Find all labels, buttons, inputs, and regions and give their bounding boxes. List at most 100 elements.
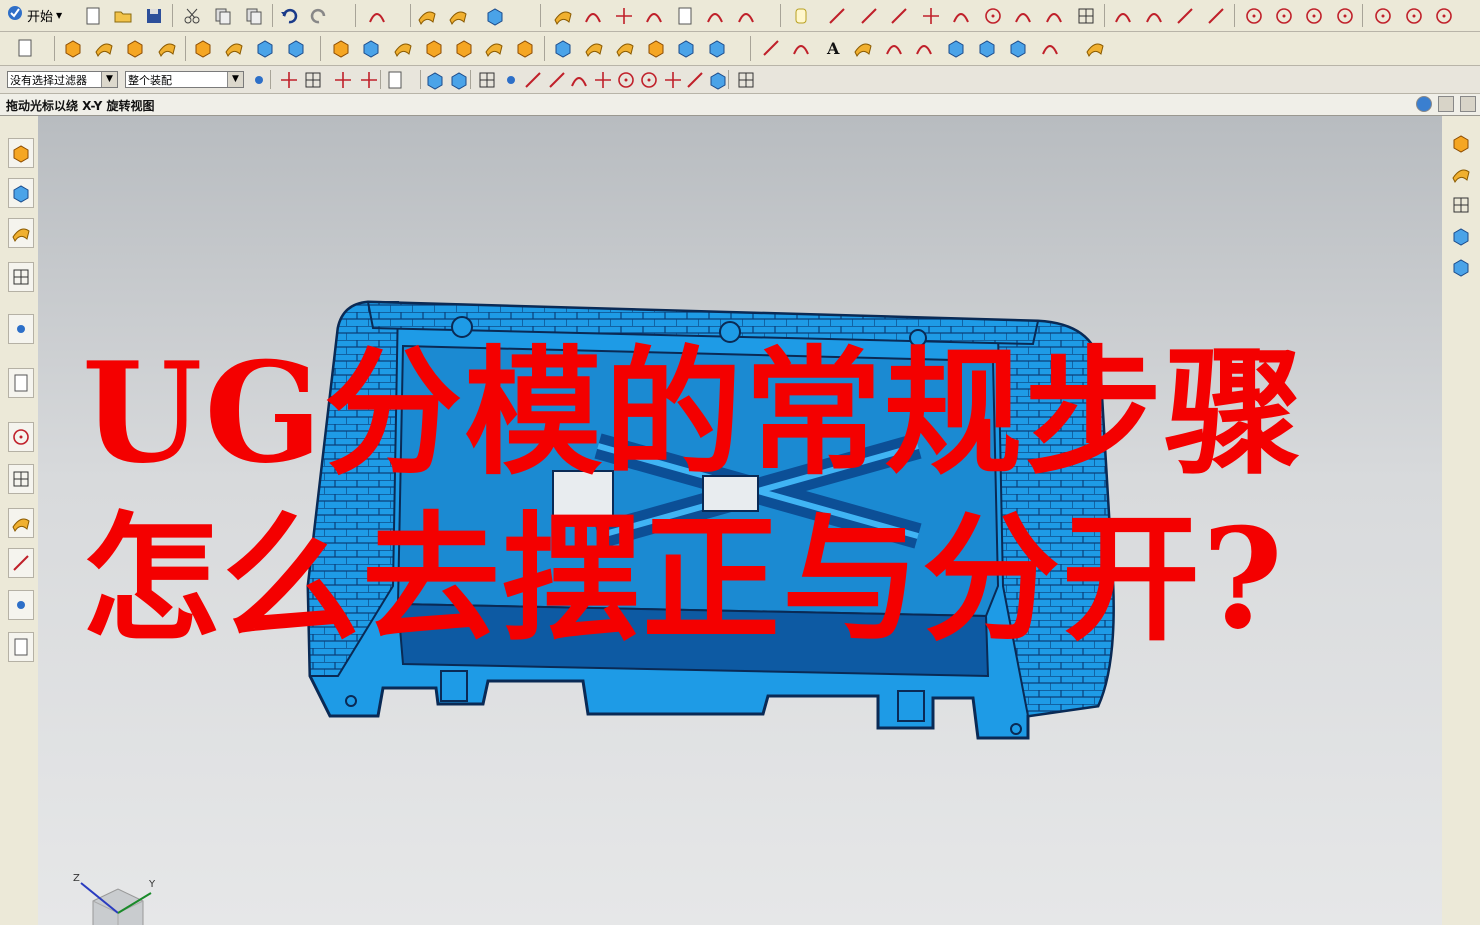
rectangle-icon[interactable] [674, 5, 696, 27]
snap-end-icon[interactable] [500, 69, 522, 91]
line-angle-icon[interactable] [858, 5, 880, 27]
fillet-icon[interactable] [704, 5, 726, 27]
snap-on-curve-icon[interactable] [638, 69, 660, 91]
part-navigator-icon[interactable] [8, 218, 34, 248]
history-icon[interactable] [8, 422, 34, 452]
intersect-icon[interactable] [392, 37, 414, 59]
copy-icon[interactable] [212, 5, 234, 27]
circle-6-icon[interactable] [1403, 5, 1425, 27]
circle-4-icon[interactable] [1334, 5, 1356, 27]
snap-mid-icon[interactable] [522, 69, 544, 91]
chevron-down-icon[interactable]: ▼ [101, 72, 117, 87]
profile-icon[interactable] [582, 5, 604, 27]
transform-icon[interactable] [447, 5, 469, 27]
offset-curve-icon[interactable] [1075, 5, 1097, 27]
line-parallel-icon[interactable] [888, 5, 910, 27]
quick-pick-icon[interactable] [735, 69, 757, 91]
sketch-curve-icon[interactable] [366, 5, 388, 27]
sketch-icon[interactable] [552, 5, 574, 27]
cylinder-icon[interactable] [285, 37, 307, 59]
start-button[interactable]: 开始 ▼ [6, 4, 62, 26]
chamfer-icon[interactable] [735, 5, 757, 27]
assembly-scope-dropdown[interactable]: 整个装配 ▼ [125, 71, 244, 88]
system-materials-icon[interactable] [8, 464, 34, 494]
open-file-icon[interactable] [112, 5, 134, 27]
pipe-icon[interactable] [1448, 254, 1474, 280]
wave-linker-icon[interactable] [1084, 37, 1106, 59]
blend-icon[interactable] [423, 37, 445, 59]
basic-arc-icon[interactable] [790, 37, 812, 59]
manufacturing-wizard-icon[interactable] [8, 548, 34, 578]
corner-icon[interactable] [1112, 5, 1134, 27]
sheet-icon[interactable] [14, 37, 36, 59]
boss-icon[interactable] [156, 37, 178, 59]
arc-radius-icon[interactable] [1043, 5, 1065, 27]
circle-5-icon[interactable] [1372, 5, 1394, 27]
layer-icon[interactable] [1448, 192, 1474, 218]
surface-icon[interactable] [1448, 161, 1474, 187]
extend-icon[interactable] [1205, 5, 1227, 27]
render-style-icon[interactable] [1416, 96, 1432, 112]
section-curve-icon[interactable] [945, 37, 967, 59]
reuse-library-icon[interactable] [8, 262, 34, 292]
select-body-icon[interactable] [358, 69, 380, 91]
snap-on-face-icon[interactable] [684, 69, 706, 91]
circle-3-icon[interactable] [1303, 5, 1325, 27]
line-icon[interactable] [826, 5, 848, 27]
circle-1-icon[interactable] [1243, 5, 1265, 27]
hole-icon[interactable] [124, 37, 146, 59]
snap-arc-center-icon[interactable] [592, 69, 614, 91]
ruled-icon[interactable] [583, 37, 605, 59]
snap-grid-icon[interactable] [476, 69, 498, 91]
redo-icon[interactable] [308, 5, 330, 27]
filter-settings-icon[interactable] [248, 69, 270, 91]
cut-icon[interactable] [181, 5, 203, 27]
bounded-plane-icon[interactable] [645, 37, 667, 59]
cylinder-icon[interactable] [1448, 223, 1474, 249]
chamfer-edge-icon[interactable] [453, 37, 475, 59]
selection-filter-dropdown[interactable]: 没有选择过滤器 ▼ [7, 71, 118, 88]
trim-corner-icon[interactable] [1143, 5, 1165, 27]
select-feature-icon[interactable] [332, 69, 354, 91]
save-icon[interactable] [143, 5, 165, 27]
info-icon[interactable] [8, 314, 34, 344]
snap-bounded-icon[interactable] [707, 69, 729, 91]
circle-2-icon[interactable] [1273, 5, 1295, 27]
sew-icon[interactable] [706, 37, 728, 59]
draft-icon[interactable] [514, 37, 536, 59]
circle-center-icon[interactable] [982, 5, 1004, 27]
basic-line-icon[interactable] [760, 37, 782, 59]
revolve-icon[interactable] [93, 37, 115, 59]
text-icon[interactable]: A [822, 37, 844, 59]
snap-view-icon[interactable] [484, 5, 506, 27]
trimmed-sheet-icon[interactable] [675, 37, 697, 59]
intersection-curve-icon[interactable] [913, 37, 935, 59]
restore-window-icon[interactable] [1438, 96, 1454, 112]
rectangle-select-icon[interactable] [384, 69, 406, 91]
chevron-down-icon[interactable]: ▼ [227, 72, 243, 87]
process-studio-icon[interactable] [8, 508, 34, 538]
arc-3pt-icon[interactable] [950, 5, 972, 27]
mold-wizard-icon[interactable] [1448, 130, 1474, 156]
maximize-window-icon[interactable] [1460, 96, 1476, 112]
pad-icon[interactable] [223, 37, 245, 59]
roles-icon[interactable] [8, 590, 34, 620]
snap-intersection-icon[interactable] [568, 69, 590, 91]
datum-plane-icon[interactable] [552, 37, 574, 59]
edit-object-icon[interactable] [416, 5, 438, 27]
block-icon[interactable] [254, 37, 276, 59]
snap-point-icon[interactable] [302, 69, 324, 91]
new-file-icon[interactable] [82, 5, 104, 27]
tube-icon[interactable] [1007, 37, 1029, 59]
undo-icon[interactable] [278, 5, 300, 27]
select-face-icon[interactable] [448, 69, 470, 91]
subtract-icon[interactable] [360, 37, 382, 59]
web-browser-icon[interactable] [8, 368, 34, 398]
constraint-navigator-icon[interactable] [8, 178, 34, 208]
studio-spline-icon[interactable] [643, 5, 665, 27]
graphics-viewport[interactable]: UG分模的常规步骤 怎么去摆正与分开? Z Y [38, 116, 1442, 925]
point-icon[interactable] [613, 5, 635, 27]
select-point-icon[interactable] [278, 69, 300, 91]
through-curves-icon[interactable] [614, 37, 636, 59]
snap-control-icon[interactable] [546, 69, 568, 91]
